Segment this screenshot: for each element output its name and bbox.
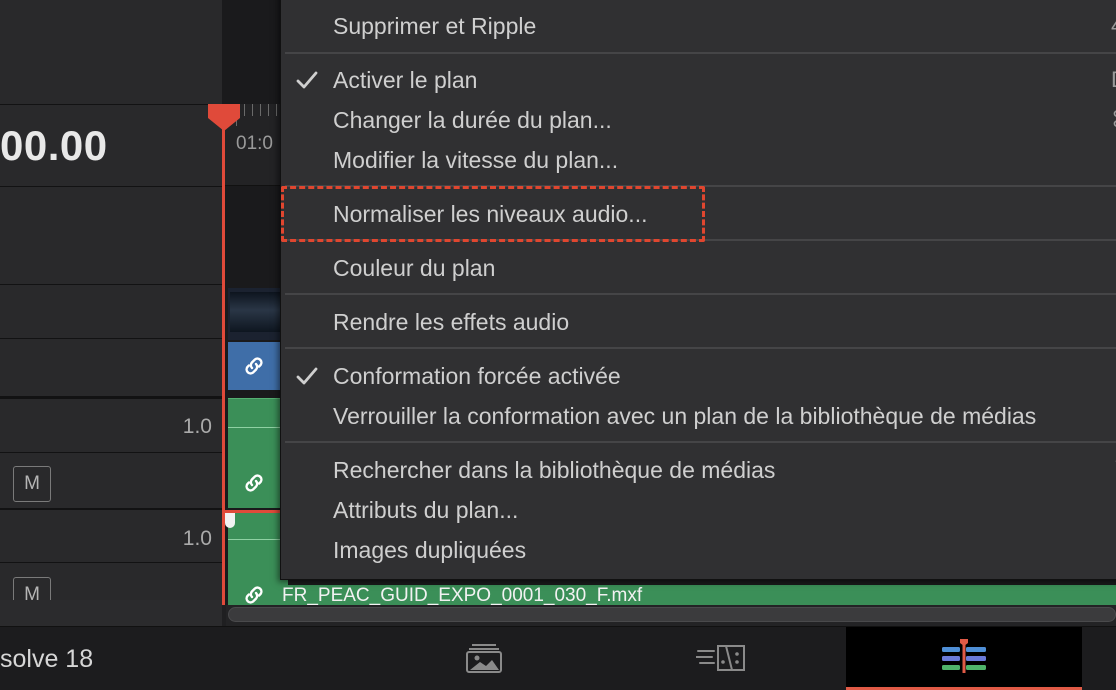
menu-item-force-conform[interactable]: Conformation forcée activée: [333, 363, 621, 390]
audio-clip-track-2[interactable]: [228, 512, 288, 586]
menu-item-find-in-media-pool[interactable]: Rechercher dans la bibliothèque de média…: [333, 457, 775, 484]
video-clip-link-bar[interactable]: [228, 342, 288, 390]
timeline-horizontal-scrollbar[interactable]: [226, 605, 1116, 626]
playhead-handle[interactable]: [207, 104, 241, 132]
audio-track-1-mute-button[interactable]: M: [13, 466, 51, 502]
ruler-tick: [268, 104, 269, 116]
link-icon: [245, 474, 263, 492]
menu-item-change-duration[interactable]: Changer la durée du plan...: [333, 107, 612, 134]
ruler-tick: [260, 104, 261, 116]
track-boundary-marker: [225, 510, 285, 513]
ruler-tick: [244, 104, 245, 116]
menu-item-lock-conform[interactable]: Verrouiller la conformation avec un plan…: [333, 403, 1036, 430]
track-header-footer: [0, 600, 222, 628]
timecode-display: 00.00: [0, 122, 108, 169]
ruler-timecode-label: 01:0: [236, 133, 273, 154]
menu-separator: [285, 441, 1116, 443]
ruler-tick: [276, 104, 277, 116]
shortcut-hint: ⌘: [1111, 107, 1116, 133]
media-page-button[interactable]: [366, 627, 602, 690]
menu-item-clip-color[interactable]: Couleur du plan: [333, 255, 495, 282]
link-icon: [245, 586, 263, 604]
menu-item-duplicate-frames[interactable]: Images dupliquées: [333, 537, 526, 564]
clip-edge-marker: [225, 512, 235, 528]
shortcut-hint: ⌃: [1111, 453, 1116, 479]
playhead-line[interactable]: [222, 118, 225, 605]
menu-separator: [285, 52, 1116, 54]
audio-clip-name-bar[interactable]: FR_PEAC_GUID_EXPO_0001_030_F.mxf: [228, 585, 1116, 605]
menu-item-enable-clip[interactable]: Activer le plan: [333, 67, 477, 94]
menu-item-delete-ripple[interactable]: Supprimer et Ripple: [333, 13, 536, 40]
cut-page-button[interactable]: [606, 627, 842, 690]
app-name-label: solve 18: [0, 645, 94, 673]
menu-item-render-audio-effects[interactable]: Rendre les effets audio: [333, 309, 569, 336]
checkmark-icon: [296, 71, 318, 89]
scrollbar-thumb[interactable]: [228, 607, 1116, 622]
track-header-panel: 00.00 1.0 M 1.0 M: [0, 0, 222, 605]
link-icon: [245, 357, 263, 375]
audio-clip-name: FR_PEAC_GUID_EXPO_0001_030_F.mxf: [282, 585, 643, 605]
video-clip-thumbnail[interactable]: [228, 288, 288, 340]
edit-page-icon: [942, 639, 986, 673]
media-page-icon: [466, 644, 502, 673]
audio-track-1-gain: 1.0: [182, 415, 212, 438]
edit-page-button[interactable]: [846, 627, 1082, 690]
menu-separator: [285, 347, 1116, 349]
menu-separator: [285, 293, 1116, 295]
highlight-annotation-box: [281, 186, 705, 242]
menu-item-clip-attributes[interactable]: Attributs du plan...: [333, 497, 518, 524]
cut-page-icon: [696, 645, 745, 671]
shortcut-hint: 4: [1111, 13, 1116, 39]
ruler-tick: [252, 104, 253, 116]
audio-track-2-gain: 1.0: [182, 527, 212, 550]
menu-item-change-speed[interactable]: Modifier la vitesse du plan...: [333, 147, 618, 174]
page-navigation-bar: solve 18: [0, 626, 1116, 690]
clip-context-menu: · Supprimer et Ripple 4 Activer le plan …: [280, 0, 1116, 580]
audio-clip-track-1[interactable]: [228, 398, 288, 508]
shortcut-hint: D: [1111, 67, 1116, 93]
checkmark-icon: [296, 367, 318, 385]
